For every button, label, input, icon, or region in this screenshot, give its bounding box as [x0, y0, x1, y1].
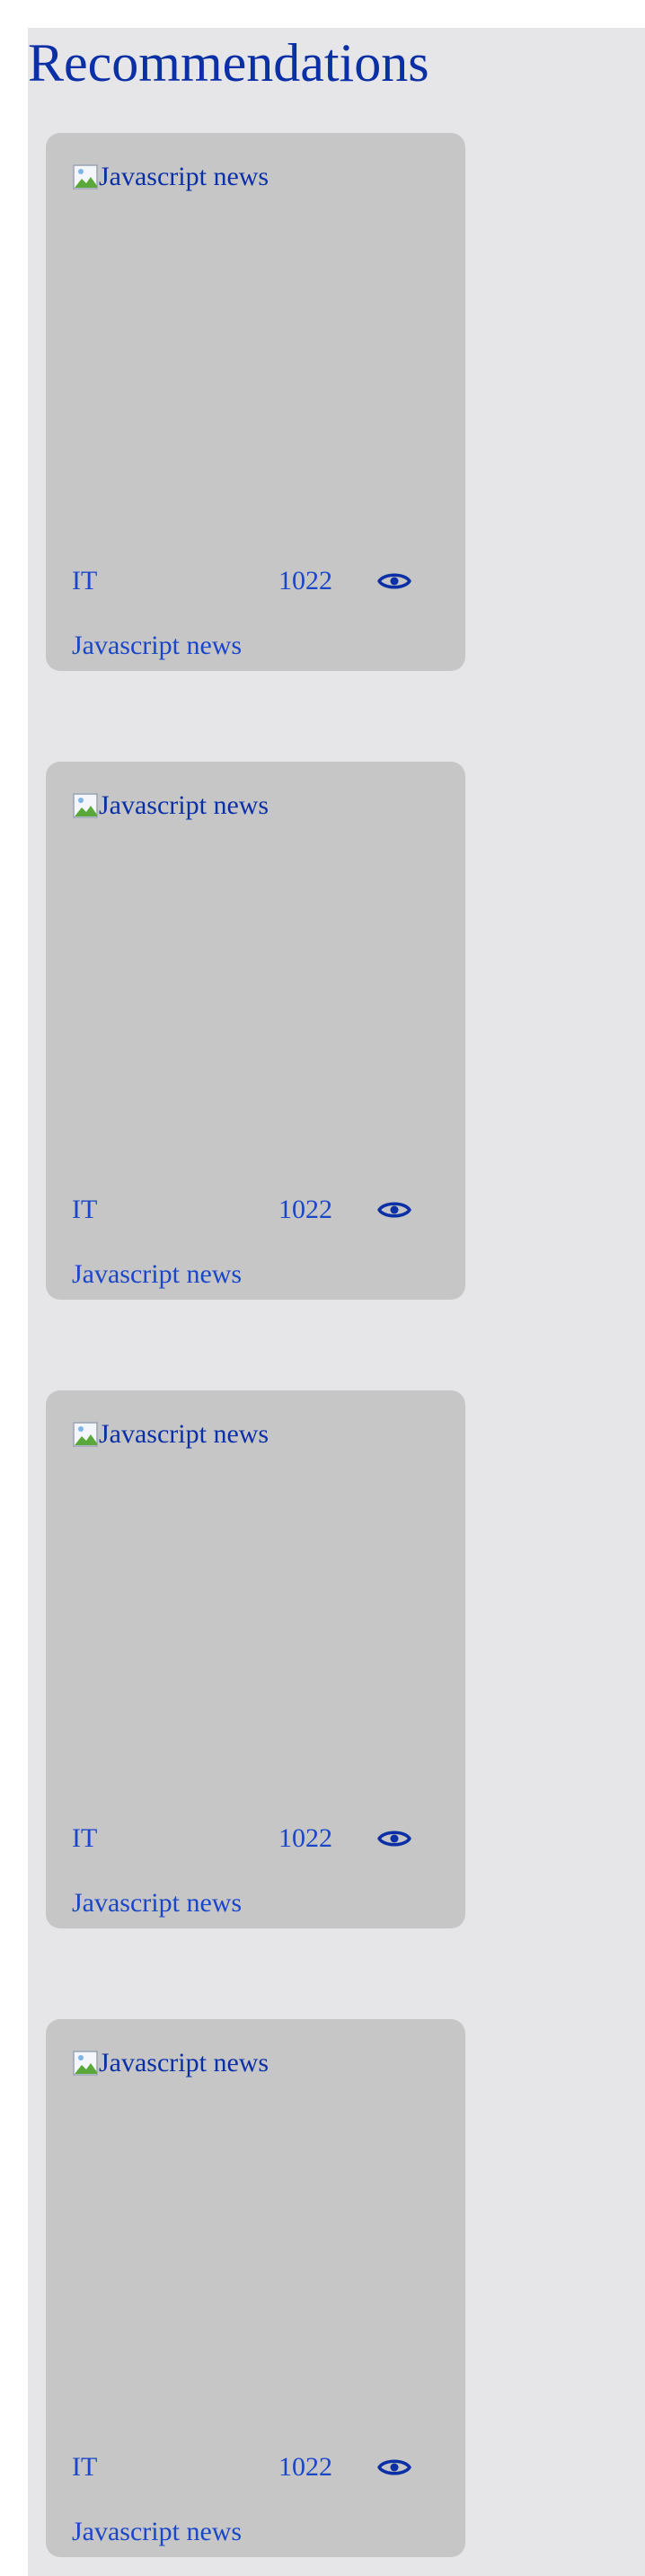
image-alt-text: Javascript news: [99, 1419, 269, 1449]
article-card[interactable]: Javascript news IT 1022 Javascript news: [46, 762, 465, 1300]
article-image[interactable]: Javascript news: [72, 1417, 269, 1451]
views-count: 1022: [278, 1823, 332, 1853]
article-image[interactable]: Javascript news: [72, 789, 269, 823]
article-image[interactable]: Javascript news: [72, 160, 269, 194]
article-meta: IT 1022: [72, 1821, 431, 1857]
category-label: IT: [72, 1195, 98, 1224]
article-card[interactable]: Javascript news IT 1022 Javascript news: [46, 133, 465, 671]
eye-icon: [377, 573, 411, 589]
article-title-link[interactable]: Javascript news: [72, 2514, 242, 2550]
image-alt-text: Javascript news: [99, 2048, 269, 2078]
article-title-link[interactable]: Javascript news: [72, 1257, 242, 1292]
broken-image-icon: [73, 793, 98, 818]
article-meta: IT 1022: [72, 563, 431, 599]
article-card[interactable]: Javascript news IT 1022 Javascript news: [46, 2019, 465, 2557]
broken-image-icon: [73, 164, 98, 190]
eye-icon: [377, 1831, 411, 1847]
image-alt-text: Javascript news: [99, 790, 269, 820]
article-image[interactable]: Javascript news: [72, 2046, 269, 2080]
image-alt-text: Javascript news: [99, 162, 269, 191]
eye-icon: [377, 2459, 411, 2475]
article-card[interactable]: Javascript news IT 1022 Javascript news: [46, 1390, 465, 1928]
views-count: 1022: [278, 2452, 332, 2482]
article-meta: IT 1022: [72, 2449, 431, 2485]
recommendations-section: Recommendations Javascript news IT 1022 …: [28, 28, 645, 2576]
views-count: 1022: [278, 1195, 332, 1224]
page-title: Recommendations: [28, 33, 429, 93]
broken-image-icon: [73, 1422, 98, 1447]
article-meta: IT 1022: [72, 1192, 431, 1228]
broken-image-icon: [73, 2051, 98, 2076]
eye-icon: [377, 1202, 411, 1218]
category-label: IT: [72, 566, 98, 595]
views-count: 1022: [278, 566, 332, 595]
article-title-link[interactable]: Javascript news: [72, 1885, 242, 1921]
category-label: IT: [72, 1823, 98, 1853]
article-title-link[interactable]: Javascript news: [72, 628, 242, 664]
category-label: IT: [72, 2452, 98, 2482]
